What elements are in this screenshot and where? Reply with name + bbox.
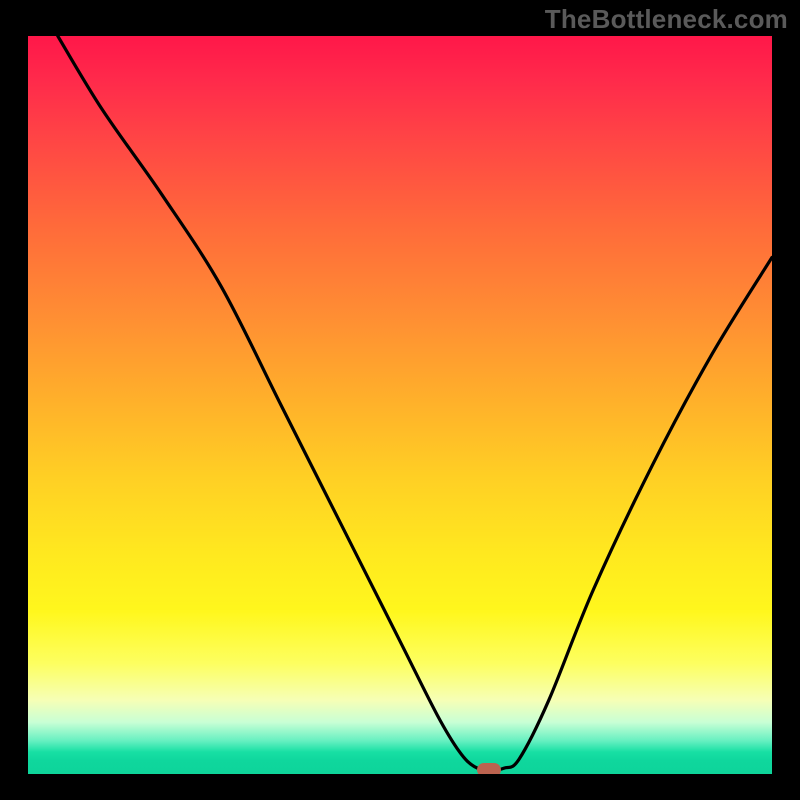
curve-layer [28,36,772,774]
minimum-marker [477,763,501,774]
watermark-text: TheBottleneck.com [545,4,788,35]
bottleneck-curve-path [58,36,772,770]
chart-frame: TheBottleneck.com [0,0,800,800]
plot-area [28,36,772,774]
